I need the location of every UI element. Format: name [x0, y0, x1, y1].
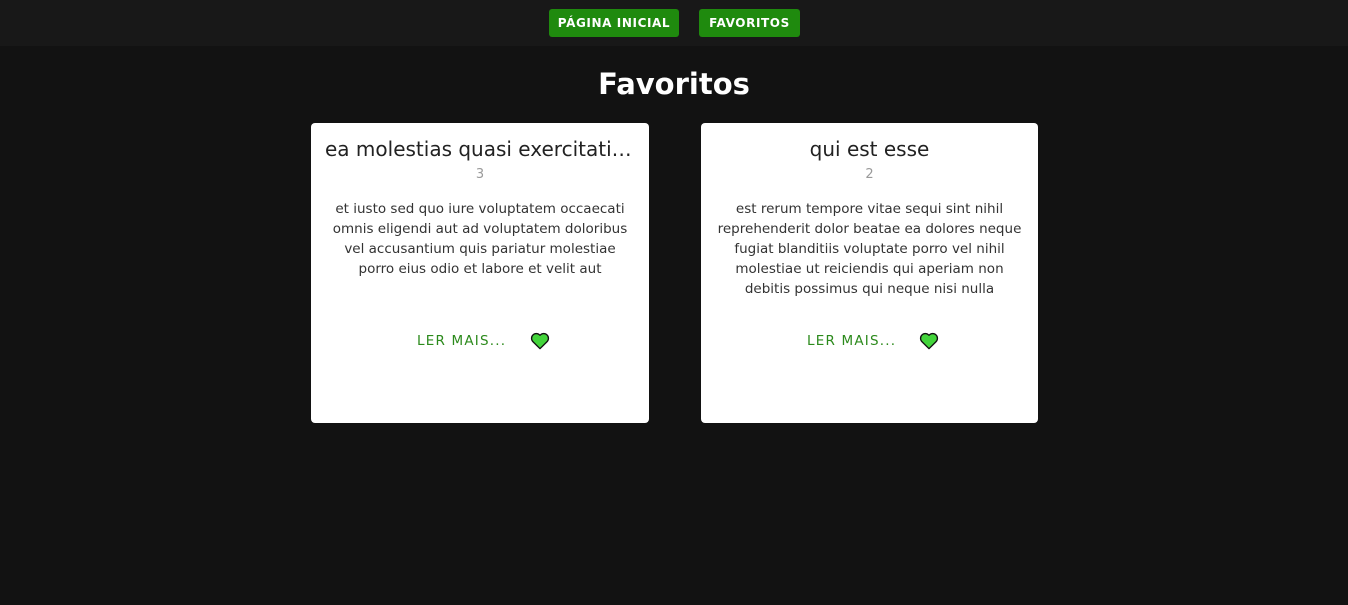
post-body: et iusto sed quo iure voluptatem occaeca…: [332, 201, 628, 277]
home-nav-button[interactable]: PÁGINA INICIAL: [549, 9, 679, 37]
post-id: 3: [475, 167, 485, 182]
post-title: qui est esse: [809, 137, 930, 161]
heart-icon[interactable]: [530, 331, 550, 351]
post-title: ea molestias quasi exercitationem repell…: [325, 137, 635, 161]
favorites-nav-button[interactable]: FAVORITOS: [699, 9, 800, 37]
post-card: qui est esse 2 est rerum tempore vitae s…: [701, 123, 1038, 423]
heart-icon[interactable]: [919, 331, 939, 351]
post-id: 2: [865, 167, 874, 182]
read-more-link[interactable]: LER MAIS...: [807, 332, 896, 350]
top-navbar: PÁGINA INICIAL FAVORITOS: [0, 0, 1348, 46]
post-card: ea molestias quasi exercitationem repell…: [311, 123, 649, 423]
post-actions: LER MAIS...: [311, 329, 649, 353]
read-more-link[interactable]: LER MAIS...: [417, 332, 506, 350]
post-body: est rerum tempore vitae sequi sint nihil…: [717, 201, 1022, 297]
post-actions: LER MAIS...: [701, 329, 1038, 353]
page-title: Favoritos: [598, 67, 750, 101]
